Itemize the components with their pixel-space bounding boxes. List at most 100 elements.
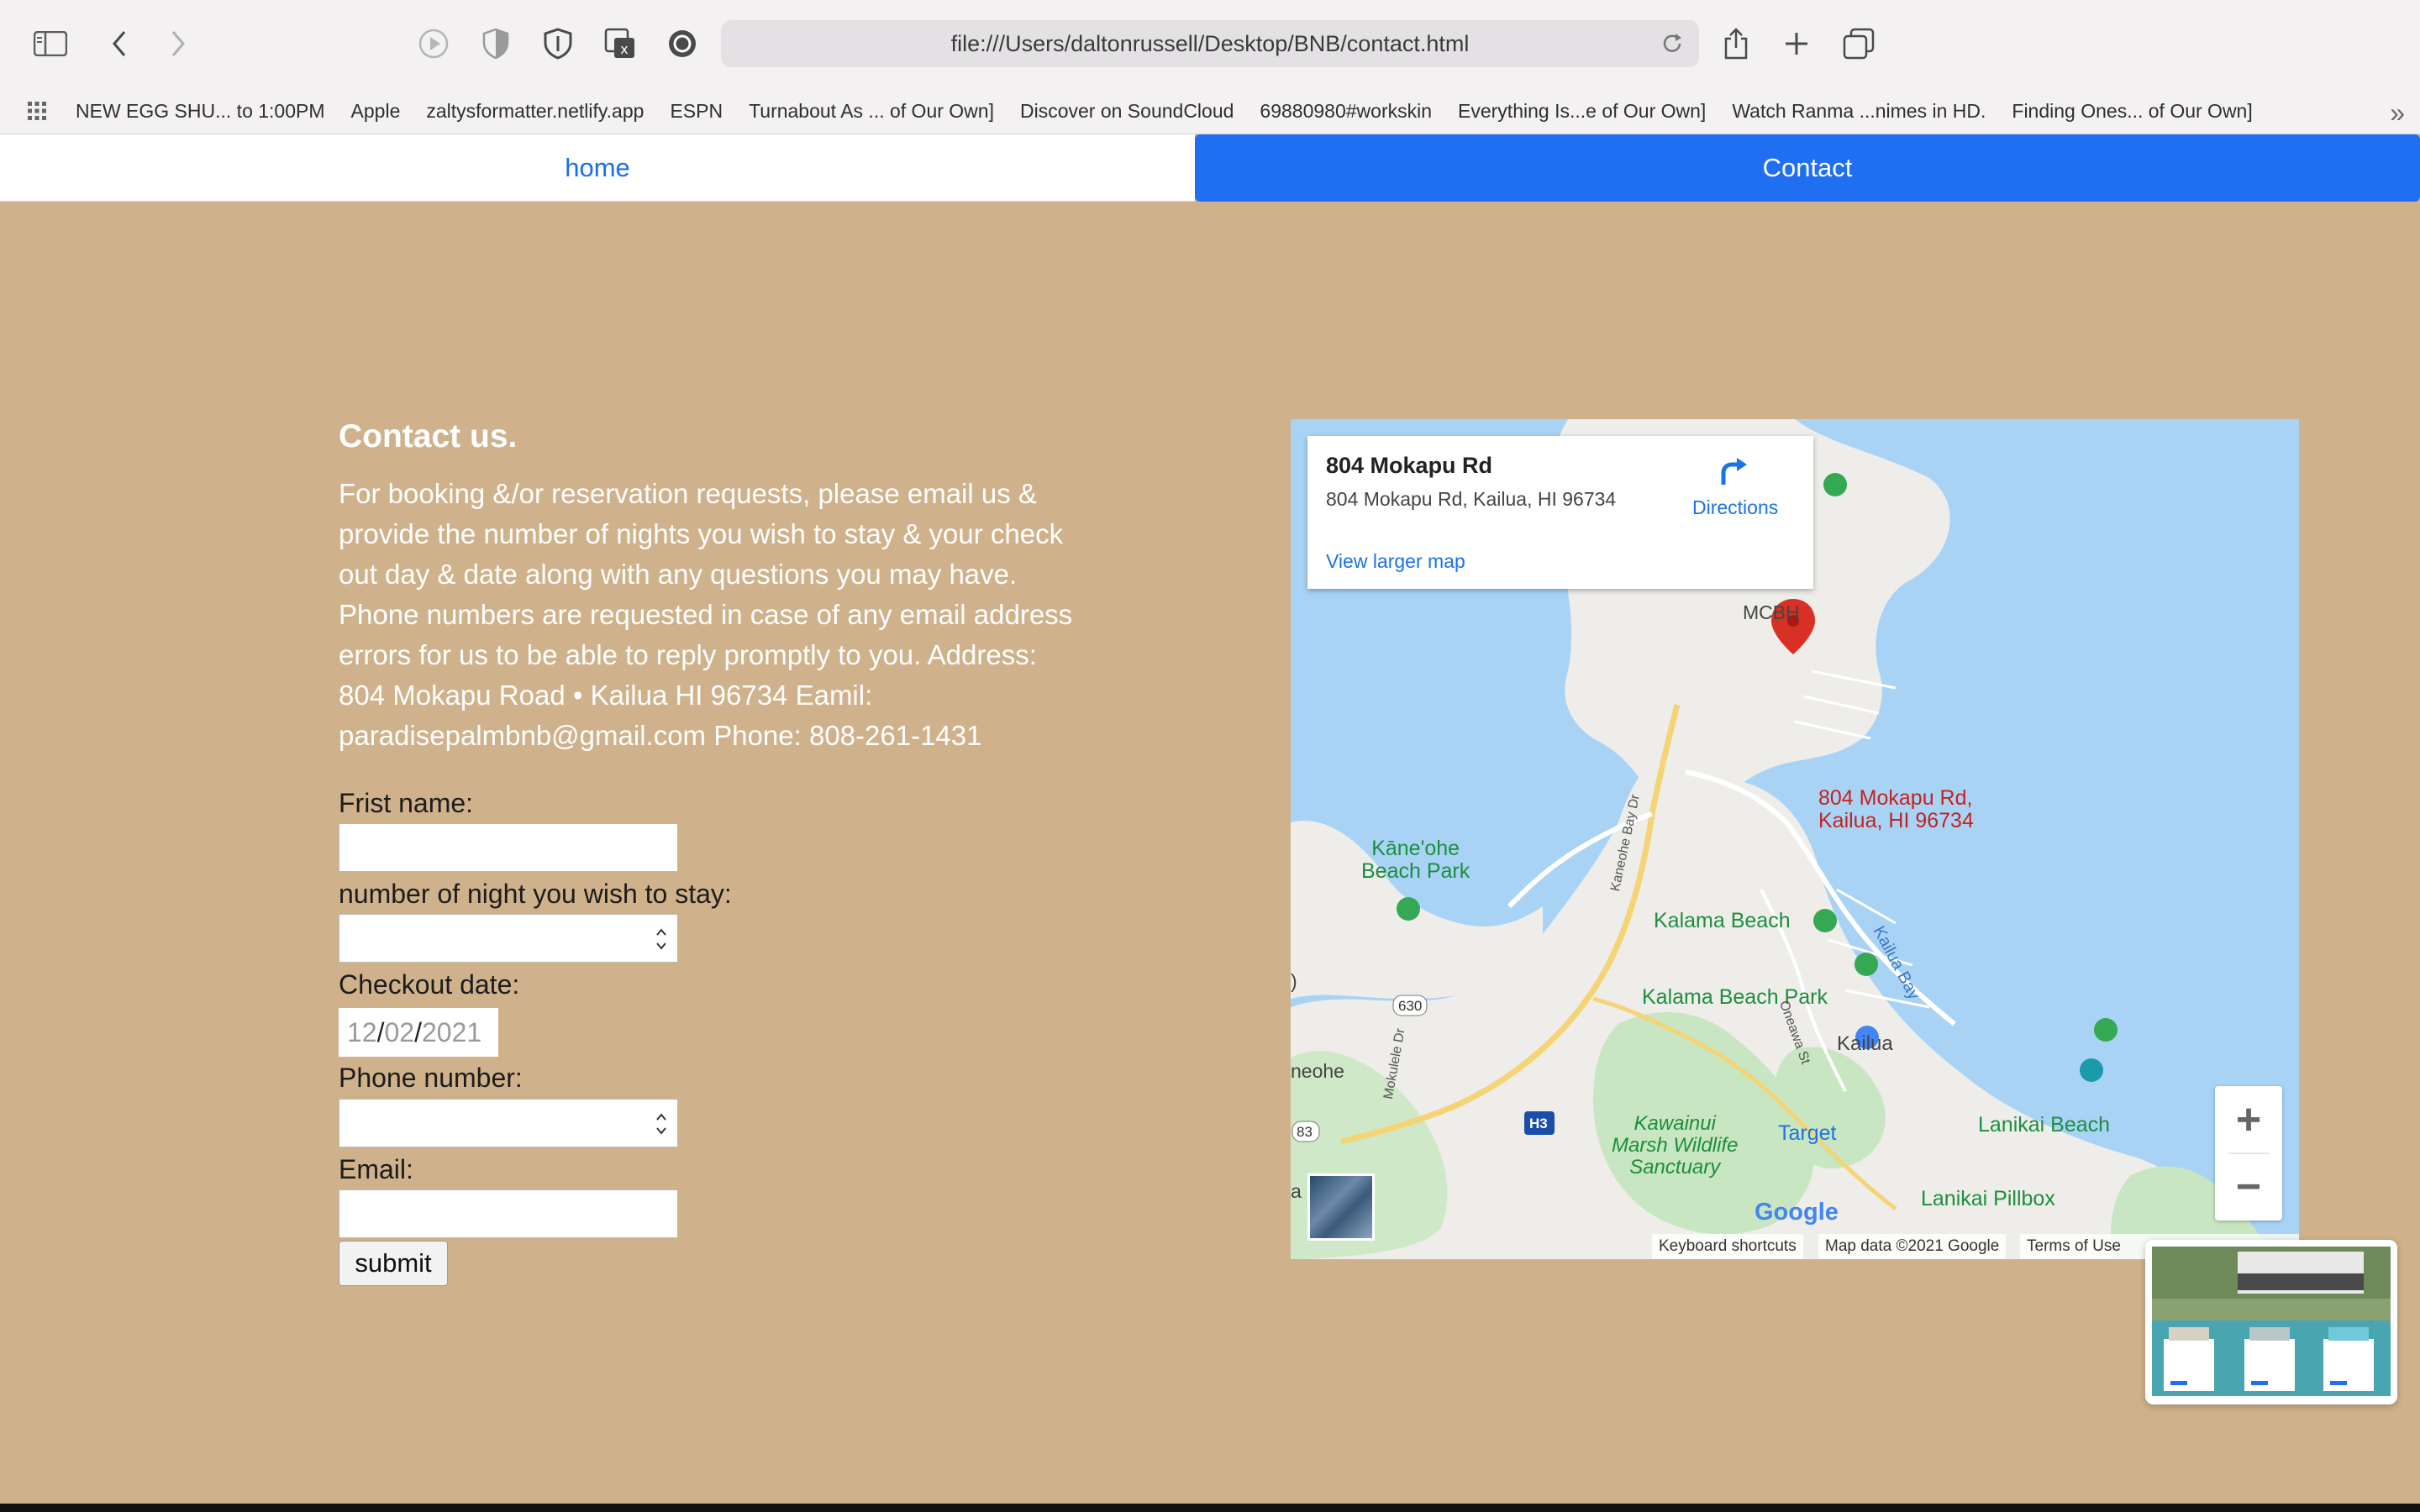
map-label-neohe: neohe [1291, 1060, 1344, 1082]
directions-link[interactable]: Directions [1692, 496, 1778, 519]
bookmarks-bar: NEW EGG SHU... to 1:00PM Apple zaltysfor… [0, 87, 2420, 134]
checkout-day[interactable]: 02 [384, 1017, 414, 1048]
svg-text:x: x [620, 41, 628, 57]
place-address: 804 Mokapu Rd, Kailua, HI 96734 [1326, 488, 1617, 510]
google-map-embed[interactable]: MCBH 804 Mokapu Rd, Kailua, HI 96734 Kān… [1291, 419, 2299, 1259]
park-marker-lanikai [2094, 1018, 2118, 1042]
satellite-toggle-thumbnail[interactable] [1307, 1173, 1375, 1241]
map-label-kawainui: Kawainui Marsh Wildlife Sanctuary [1612, 1113, 1738, 1179]
email-label: Email: [339, 1154, 413, 1184]
bookmark-item[interactable]: Turnabout As ... of Our Own] [749, 100, 994, 123]
forward-icon[interactable] [160, 25, 197, 62]
map-label-kawainui-line3: Sanctuary [1629, 1156, 1721, 1179]
bookmark-item[interactable]: ESPN [670, 100, 723, 123]
nights-number-input[interactable] [339, 914, 678, 963]
map-label-kaneohe-line2: Beach Park [1361, 859, 1470, 883]
first-name-label: Frist name: [339, 788, 474, 818]
map-label-route-h3: H3 [1529, 1116, 1548, 1131]
bookmark-list: NEW EGG SHU... to 1:00PM Apple zaltysfor… [76, 87, 2279, 134]
map-label-lanikai-beach: Lanikai Beach [1978, 1113, 2111, 1137]
park-marker-kalama-beach [1813, 909, 1837, 932]
bookmark-item[interactable]: 69880980#workskin [1260, 100, 1432, 123]
play-icon[interactable] [415, 25, 452, 62]
translate-extension-icon[interactable]: x [602, 25, 639, 62]
tab-overview-icon[interactable] [1840, 25, 1877, 62]
map-label-target: Target [1778, 1121, 1837, 1145]
place-name: 804 Mokapu Rd [1326, 453, 1493, 478]
browser-toolbar: x file:///Users/daltonrussell/Desktop/BN… [0, 0, 2420, 87]
map-label-edge-paren: ) [1291, 970, 1297, 992]
bookmark-item[interactable]: Watch Ranma ...nimes in HD. [1732, 100, 1986, 123]
pillbox-marker [2080, 1058, 2103, 1082]
map-pin-label-line2: Kailua, HI 96734 [1818, 809, 1974, 832]
terms-of-use-text: Terms of Use [2027, 1237, 2121, 1255]
checkout-month[interactable]: 12 [347, 1017, 377, 1048]
zoom-out-button[interactable]: − [2215, 1153, 2282, 1221]
zoom-in-button[interactable]: + [2215, 1086, 2282, 1153]
reload-icon[interactable] [1659, 30, 1686, 57]
contact-paragraph: For booking &/or reservation requests, p… [339, 478, 1073, 751]
checkout-year[interactable]: 2021 [422, 1017, 481, 1048]
map-label-kawainui-line1: Kawainui [1634, 1112, 1716, 1135]
url-text: file:///Users/daltonrussell/Desktop/BNB/… [950, 30, 1470, 56]
page-preview-thumbnail[interactable] [2145, 1240, 2397, 1404]
map-label-route-630: 630 [1398, 998, 1423, 1014]
email-input[interactable] [339, 1189, 678, 1238]
site-nav: home Contact [0, 134, 2420, 202]
share-icon[interactable] [1718, 25, 1754, 62]
extension-shield-icon[interactable] [539, 25, 576, 62]
map-label-edge-a: a [1291, 1180, 1302, 1202]
view-larger-map-link[interactable]: View larger map [1326, 550, 1465, 573]
bottom-edge-bar [0, 1504, 2420, 1512]
map-label-kawainui-line2: Marsh Wildlife [1612, 1134, 1739, 1157]
google-logo-text: Google [1754, 1199, 1839, 1226]
directions-icon[interactable] [1715, 454, 1749, 488]
sidebar-toggle-icon[interactable] [32, 25, 69, 62]
nav-contact-link[interactable]: Contact [1195, 134, 2420, 202]
phone-stepper-icon[interactable] [652, 1108, 671, 1140]
bookmark-item[interactable]: Apple [351, 100, 401, 123]
nav-home-link[interactable]: home [0, 134, 1195, 202]
grammar-extension-icon[interactable] [664, 25, 701, 62]
more-bookmarks-chevron-icon[interactable]: » [2390, 97, 2405, 129]
bookmark-item[interactable]: Everything Is...e of Our Own] [1458, 100, 1706, 123]
phone-number-input[interactable] [339, 1099, 678, 1147]
preview-image [2145, 1240, 2397, 1404]
checkout-label: Checkout date: [339, 969, 520, 1000]
date-separator: / [376, 1016, 385, 1047]
park-marker-kalama-park [1854, 953, 1878, 976]
nights-label: number of night you wish to stay: [339, 879, 732, 909]
bookmark-item[interactable]: Finding Ones... of Our Own] [2012, 100, 2252, 123]
map-label-kaneohe-line1: Kāne'ohe [1371, 837, 1460, 860]
map-label-kalama-beach: Kalama Beach [1654, 909, 1791, 932]
new-tab-icon[interactable] [1778, 25, 1815, 62]
checkout-date-input[interactable]: 12/02/2021 [339, 1008, 498, 1057]
first-name-input[interactable] [339, 823, 678, 872]
bookmark-item[interactable]: NEW EGG SHU... to 1:00PM [76, 100, 325, 123]
map-label-mcbh: MCBH [1743, 601, 1800, 623]
bookmark-item[interactable]: zaltysformatter.netlify.app [426, 100, 644, 123]
map-label-lanikai-pillbox: Lanikai Pillbox [1921, 1187, 2055, 1210]
map-label-kailua: Kailua [1837, 1032, 1893, 1055]
contact-heading: Contact us. [339, 418, 518, 454]
date-separator: / [414, 1016, 422, 1047]
map-label-kalama-beach-park: Kalama Beach Park [1642, 985, 1828, 1009]
map-data-attribution: Map data ©2021 Google [1818, 1234, 2007, 1259]
keyboard-shortcuts-link[interactable]: Keyboard shortcuts [1652, 1234, 1803, 1259]
back-icon[interactable] [101, 25, 138, 62]
apps-grid-icon[interactable] [27, 101, 47, 121]
nights-stepper-icon[interactable] [652, 923, 671, 955]
google-logo: Google [1754, 1199, 1839, 1226]
place-info-card: 804 Mokapu Rd 804 Mokapu Rd, Kailua, HI … [1307, 436, 1813, 589]
map-pin-label: 804 Mokapu Rd, Kailua, HI 96734 [1818, 787, 1974, 832]
park-marker-north [1823, 473, 1847, 496]
bookmark-item[interactable]: Discover on SoundCloud [1020, 100, 1234, 123]
zoom-controls: + − [2215, 1086, 2282, 1221]
address-bar[interactable]: file:///Users/daltonrussell/Desktop/BNB/… [721, 20, 1699, 67]
map-label-route-83: 83 [1297, 1124, 1313, 1140]
map-label-kaneohe-beach-park: Kāne'ohe Beach Park [1361, 837, 1470, 883]
privacy-shield-icon[interactable] [477, 25, 514, 62]
park-marker-kaneohe [1397, 897, 1420, 921]
phone-label: Phone number: [339, 1063, 523, 1093]
submit-button[interactable]: submit [339, 1241, 448, 1286]
